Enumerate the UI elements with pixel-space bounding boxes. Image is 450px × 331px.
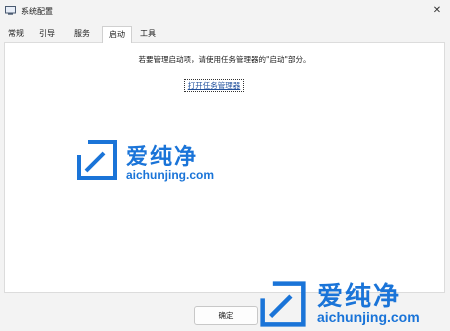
open-task-manager-link[interactable]: 打开任务管理器 [184,79,244,92]
startup-message: 若要管理启动项，请使用任务管理器的"启动"部分。 [138,55,311,64]
title-bar: 系统配置 ✕ [0,0,450,24]
close-button[interactable]: ✕ [428,2,446,20]
aichunjing-logo-icon [77,140,117,180]
watermark-brand-cn: 爱纯净 [126,145,199,170]
aichunjing-logo-icon [260,281,306,327]
watermark-brand-url: aichunjing.com [317,309,420,325]
close-icon: ✕ [432,5,442,16]
tab-services[interactable]: 服务 [68,27,96,41]
tab-tools[interactable]: 工具 [136,27,160,41]
tab-startup[interactable]: 启动 [102,26,132,43]
window-title: 系统配置 [21,7,53,16]
tab-general[interactable]: 常规 [4,27,28,41]
watermark-brand-cn: 爱纯净 [317,282,402,312]
system-config-icon [5,6,16,15]
watermark-corner: 爱纯净 aichunjing.com [257,276,450,331]
watermark-brand-url: aichunjing.com [126,168,215,182]
tab-boot[interactable]: 引导 [35,27,59,41]
tab-bar: 常规 引导 服务 启动 工具 [0,26,450,43]
watermark-center: 爱纯净 aichunjing.com [74,137,244,185]
ok-button[interactable]: 确定 [194,306,258,325]
